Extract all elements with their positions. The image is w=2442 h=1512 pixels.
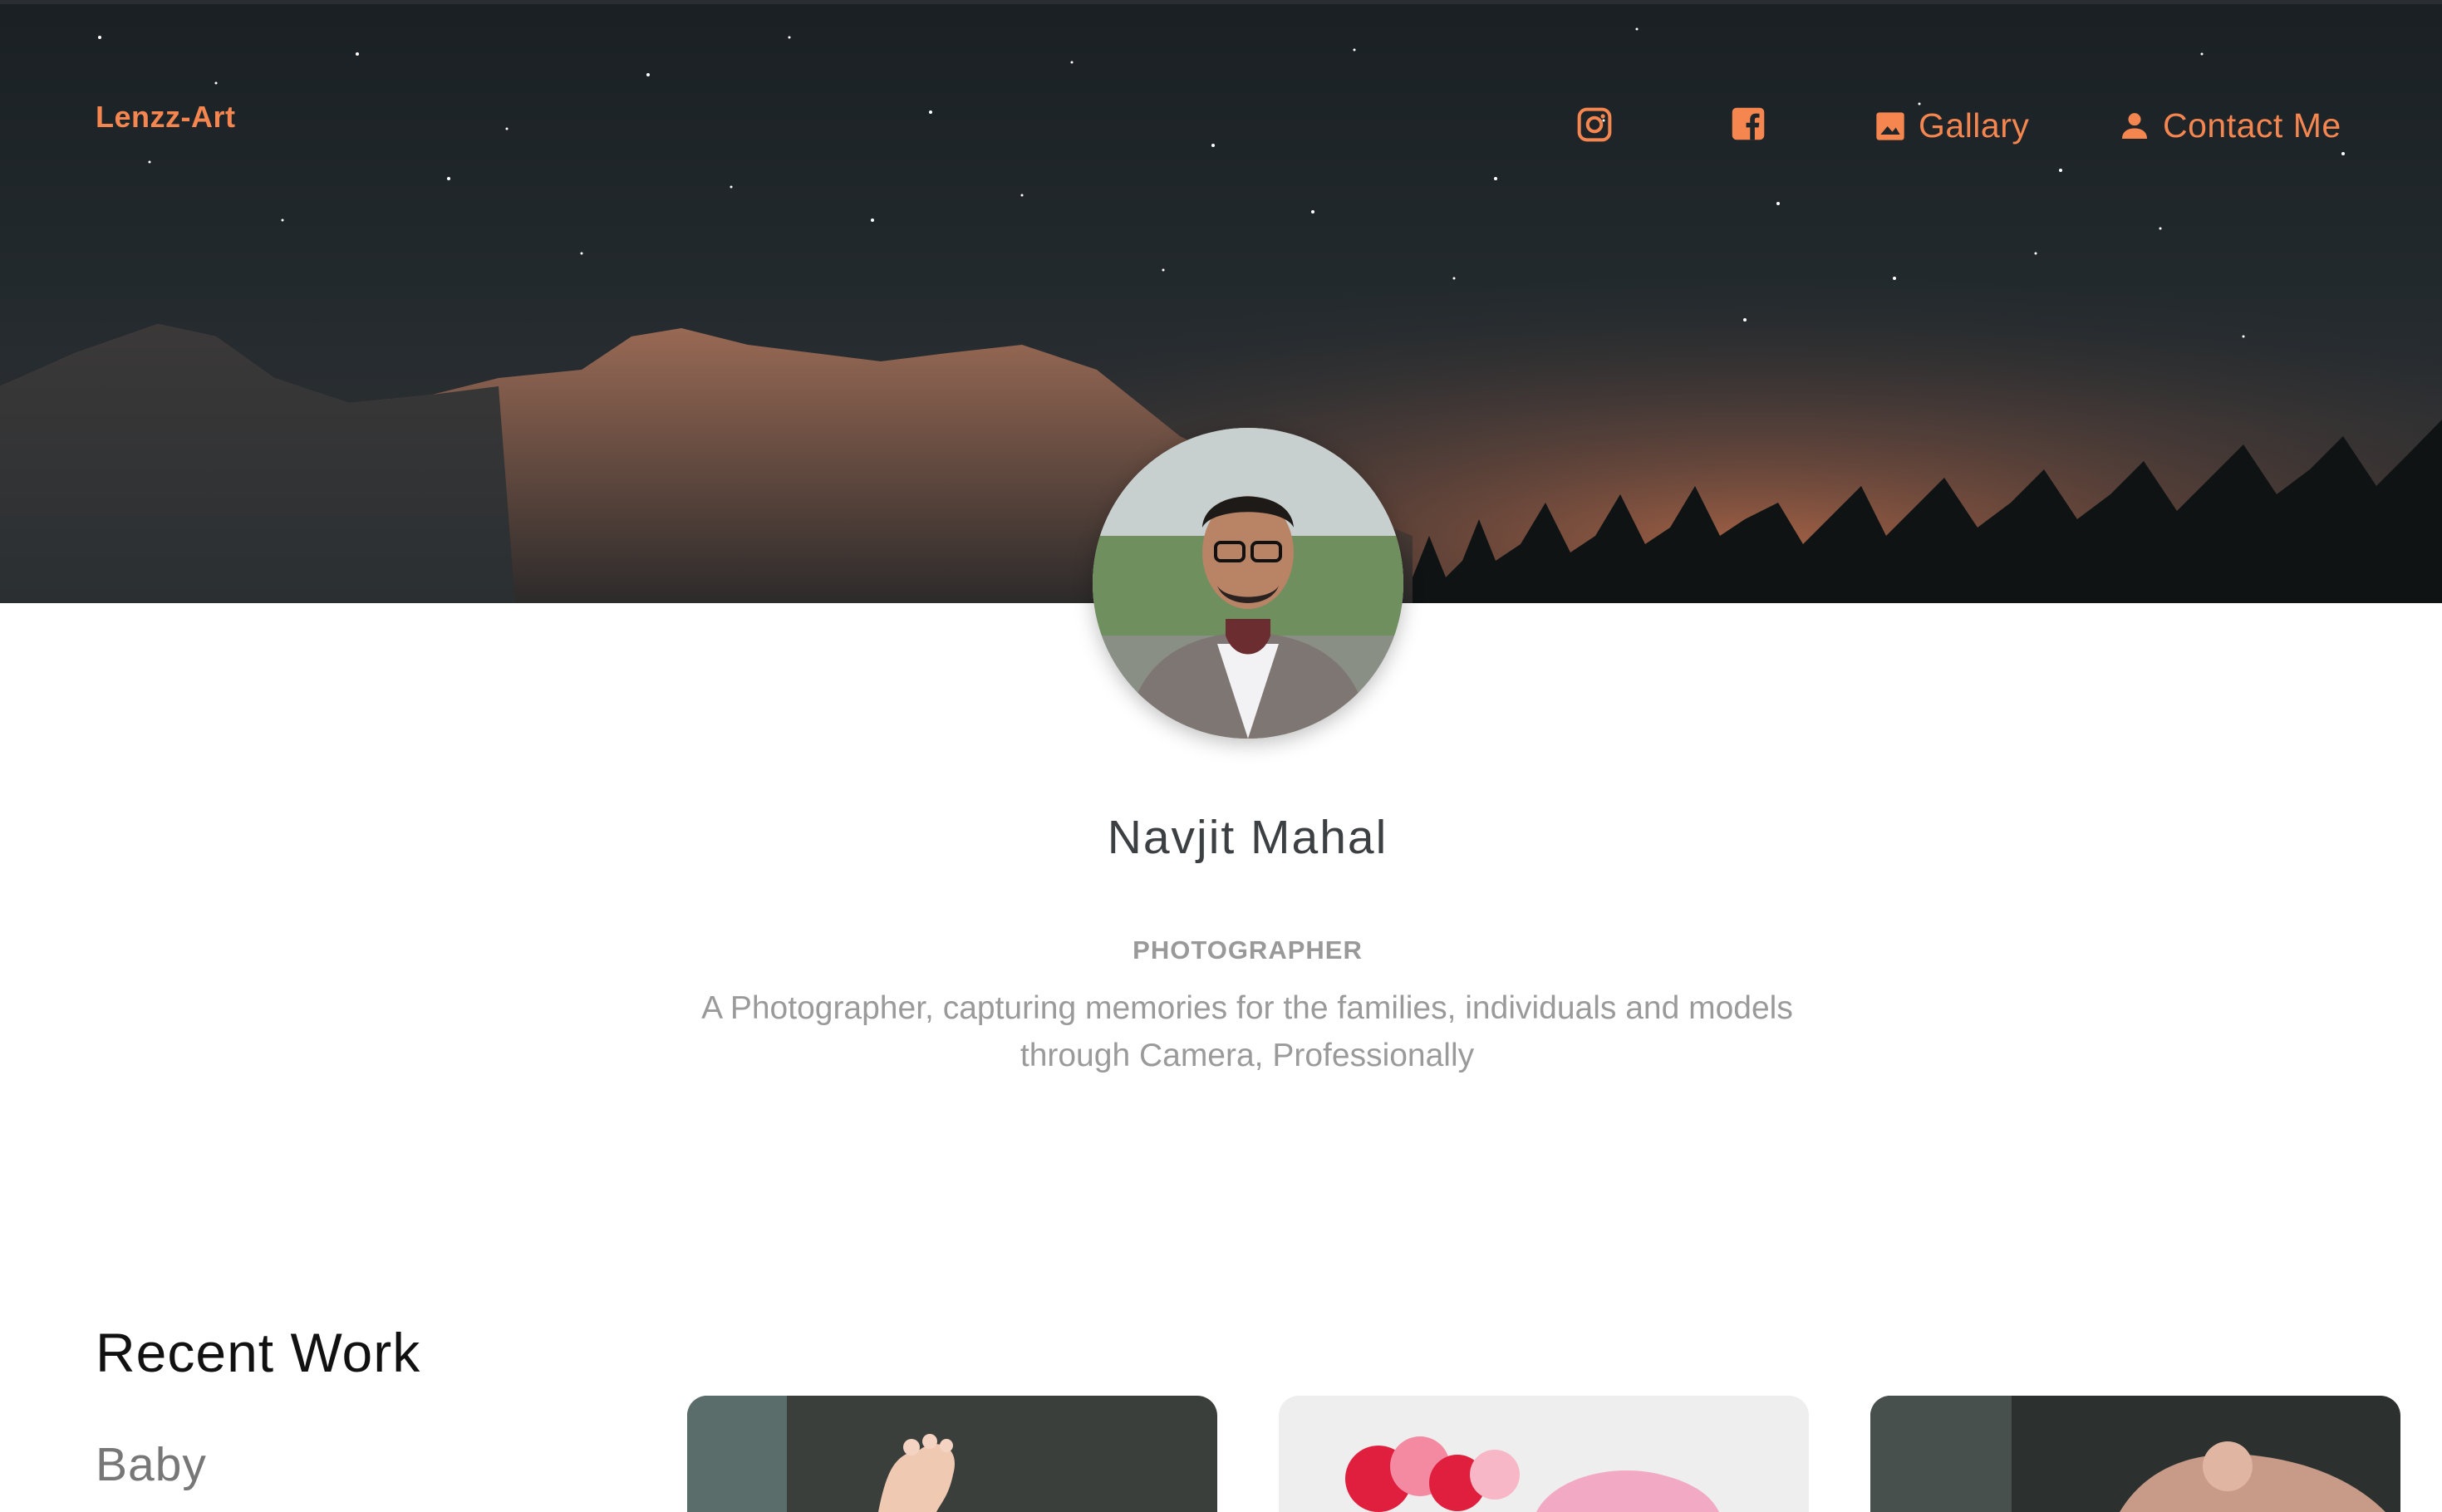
gallery-thumbnail <box>1279 1396 1809 1512</box>
instagram-link[interactable] <box>1576 106 1613 143</box>
category-baby[interactable]: Baby <box>96 1437 207 1492</box>
gallery-thumbnail <box>687 1396 1217 1512</box>
profile-role: PHOTOGRAPHER <box>1133 935 1363 965</box>
facebook-icon <box>1732 107 1765 140</box>
profile-bio: A Photographer, capturing memories for t… <box>701 990 1793 1073</box>
contact-label: Contact Me <box>2163 106 2341 145</box>
recent-work-heading: Recent Work <box>96 1322 421 1383</box>
top-navigation: Gallary Contact Me <box>0 102 2442 152</box>
image-icon <box>1876 111 1904 140</box>
profile-avatar <box>1093 428 1403 739</box>
profile-photo <box>1093 428 1403 739</box>
gallery-card[interactable] <box>1870 1396 2400 1512</box>
gallery-card[interactable] <box>1279 1396 1809 1512</box>
person-icon <box>2122 112 2147 139</box>
profile-name: Navjit Mahal <box>1107 811 1388 864</box>
facebook-link[interactable] <box>1731 106 1766 141</box>
gallery-thumbnail <box>1870 1396 2400 1512</box>
contact-link[interactable]: Contact Me <box>2118 106 2341 145</box>
gallery-label: Gallary <box>1919 106 2030 145</box>
gallery-link[interactable]: Gallary <box>1874 106 2029 145</box>
gallery-card[interactable] <box>687 1396 1217 1512</box>
instagram-icon <box>1577 107 1612 142</box>
